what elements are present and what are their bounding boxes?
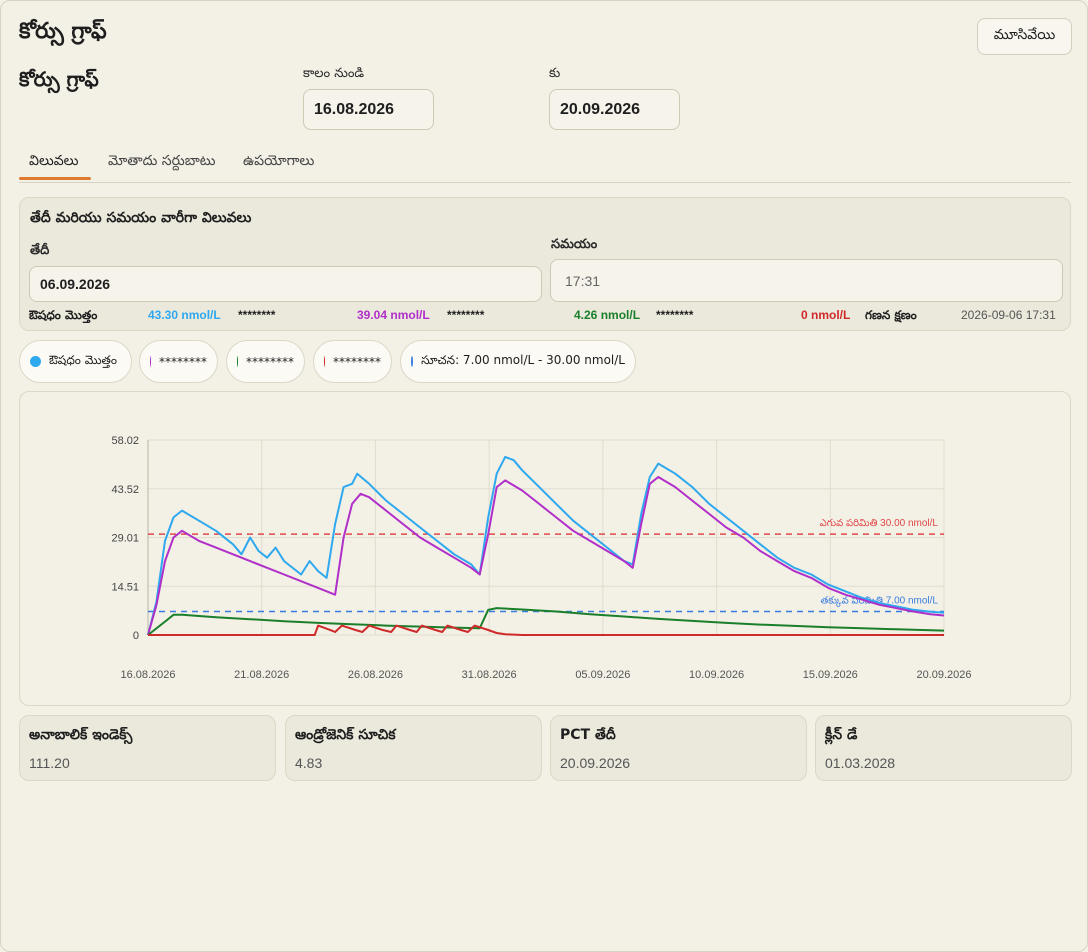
x-tick-label: 21.08.2026 [234, 669, 289, 681]
legend-dot [150, 356, 151, 367]
x-tick-label: 10.09.2026 [689, 669, 744, 681]
legend-dot [411, 356, 414, 367]
date-input[interactable]: 06.09.2026 [29, 266, 542, 302]
period-to-input[interactable]: 20.09.2026 [549, 89, 680, 130]
close-button[interactable]: మూసివేయి [977, 18, 1072, 55]
y-tick-label: 29.01 [111, 533, 139, 545]
calc-moment-label: గణన క్షణం [865, 308, 917, 322]
window-title: కోర్సు గ్రాఫ్ [19, 19, 107, 44]
page-subtitle: కోర్సు గ్రాఫ్ [19, 67, 99, 91]
x-tick-label: 20.09.2026 [916, 669, 971, 681]
card-label: క్లీన్ డే [825, 727, 858, 743]
legend-item-series4[interactable]: ******** [313, 340, 392, 383]
legend-label: ఔషధం మొత్తం [49, 353, 117, 367]
legend-dot [30, 356, 41, 367]
anabolic-index-card: అనాబాలిక్ ఇండెక్స్ 111.20 [19, 715, 276, 781]
x-tick-label: 15.09.2026 [803, 669, 858, 681]
values-panel-title: తేదీ మరియు సమయం వారీగా విలువలు [30, 210, 252, 226]
tab-dose-adjustment[interactable]: మోతాదు సర్దుబాటు [108, 147, 215, 181]
tab-uses[interactable]: ఉపయోగాలు [243, 147, 314, 181]
active-tab-indicator [19, 177, 91, 180]
y-tick-label: 58.02 [111, 435, 139, 447]
chart-panel: 16.08.2026 21.08.2026 26.08.2026 31.08.2026… [19, 391, 1071, 706]
total-label: ఔషధం మొత్తం [29, 308, 98, 322]
x-tick-label: 26.08.2026 [348, 669, 403, 681]
date-label: తేదీ [30, 243, 50, 258]
legend-item-series2[interactable]: ******** [139, 340, 218, 383]
legend-item-total[interactable]: ఔషధం మొత్తం [19, 340, 132, 383]
y-tick-label: 14.51 [111, 581, 139, 593]
time-label: సమయం [551, 237, 598, 252]
card-value: 111.20 [29, 755, 70, 771]
y-tick-label: 43.52 [111, 484, 139, 496]
legend-label: ******** [333, 354, 381, 369]
legend-label: సూచన: 7.00 nmol/L - 30.00 nmol/L [421, 353, 625, 367]
series2-value: 39.04 nmol/L [357, 308, 430, 322]
card-value: 01.03.2028 [825, 755, 896, 771]
x-tick-label: 05.09.2026 [575, 669, 630, 681]
calc-moment-value: 2026-09-06 17:31 [961, 308, 1056, 322]
series2-masked-label: ******** [238, 308, 276, 322]
clean-day-card: క్లీన్ డే 01.03.2028 [815, 715, 1072, 781]
card-label: అనాబాలిక్ ఇండెక్స్ [29, 727, 133, 743]
series3-value: 4.26 nmol/L [574, 308, 641, 322]
card-value: 20.09.2026 [560, 755, 631, 771]
card-label: PCT తేదీ [560, 727, 616, 743]
series3-masked-label: ******** [447, 308, 485, 322]
time-input[interactable]: 17:31 [550, 259, 1063, 302]
x-tick-label: 31.08.2026 [462, 669, 517, 681]
reference-line-label: ఎగువ పరిమితి 30.00 nmol/L [820, 518, 939, 529]
app-window: కోర్సు గ్రాఫ్ మూసివేయి కోర్సు గ్రాఫ్ కాల… [0, 0, 1088, 952]
tab-values[interactable]: విలువలు [29, 147, 78, 181]
legend-dot [237, 356, 238, 367]
legend-item-reference[interactable]: సూచన: 7.00 nmol/L - 30.00 nmol/L [400, 340, 636, 383]
legend-item-series3[interactable]: ******** [226, 340, 305, 383]
period-from-label: కాలం నుండి [303, 66, 365, 81]
tab-bar: విలువలు మోతాదు సర్దుబాటు ఉపయోగాలు [19, 147, 1071, 183]
pct-date-card: PCT తేదీ 20.09.2026 [550, 715, 807, 781]
series4-masked-label: ******** [656, 308, 694, 322]
series4-value: 0 nmol/L [801, 308, 851, 322]
card-label: ఆండ్రోజెనిక్ సూచిక [295, 727, 396, 743]
x-tick-label: 16.08.2026 [120, 669, 175, 681]
period-to-label: కు [549, 66, 561, 81]
series-line [147, 455, 945, 636]
androgenic-index-card: ఆండ్రోజెనిక్ సూచిక 4.83 [285, 715, 542, 781]
total-value: 43.30 nmol/L [148, 308, 221, 322]
legend-label: ******** [246, 354, 294, 369]
legend-label: ******** [159, 354, 207, 369]
legend-dot [324, 356, 325, 367]
course-chart: 16.08.2026 21.08.2026 26.08.2026 31.08.2026… [111, 435, 971, 681]
card-value: 4.83 [295, 755, 323, 771]
y-tick-label: 0 [133, 630, 139, 642]
values-panel: తేదీ మరియు సమయం వారీగా విలువలు తేదీ 06.0… [19, 197, 1071, 331]
period-from-input[interactable]: 16.08.2026 [303, 89, 434, 130]
